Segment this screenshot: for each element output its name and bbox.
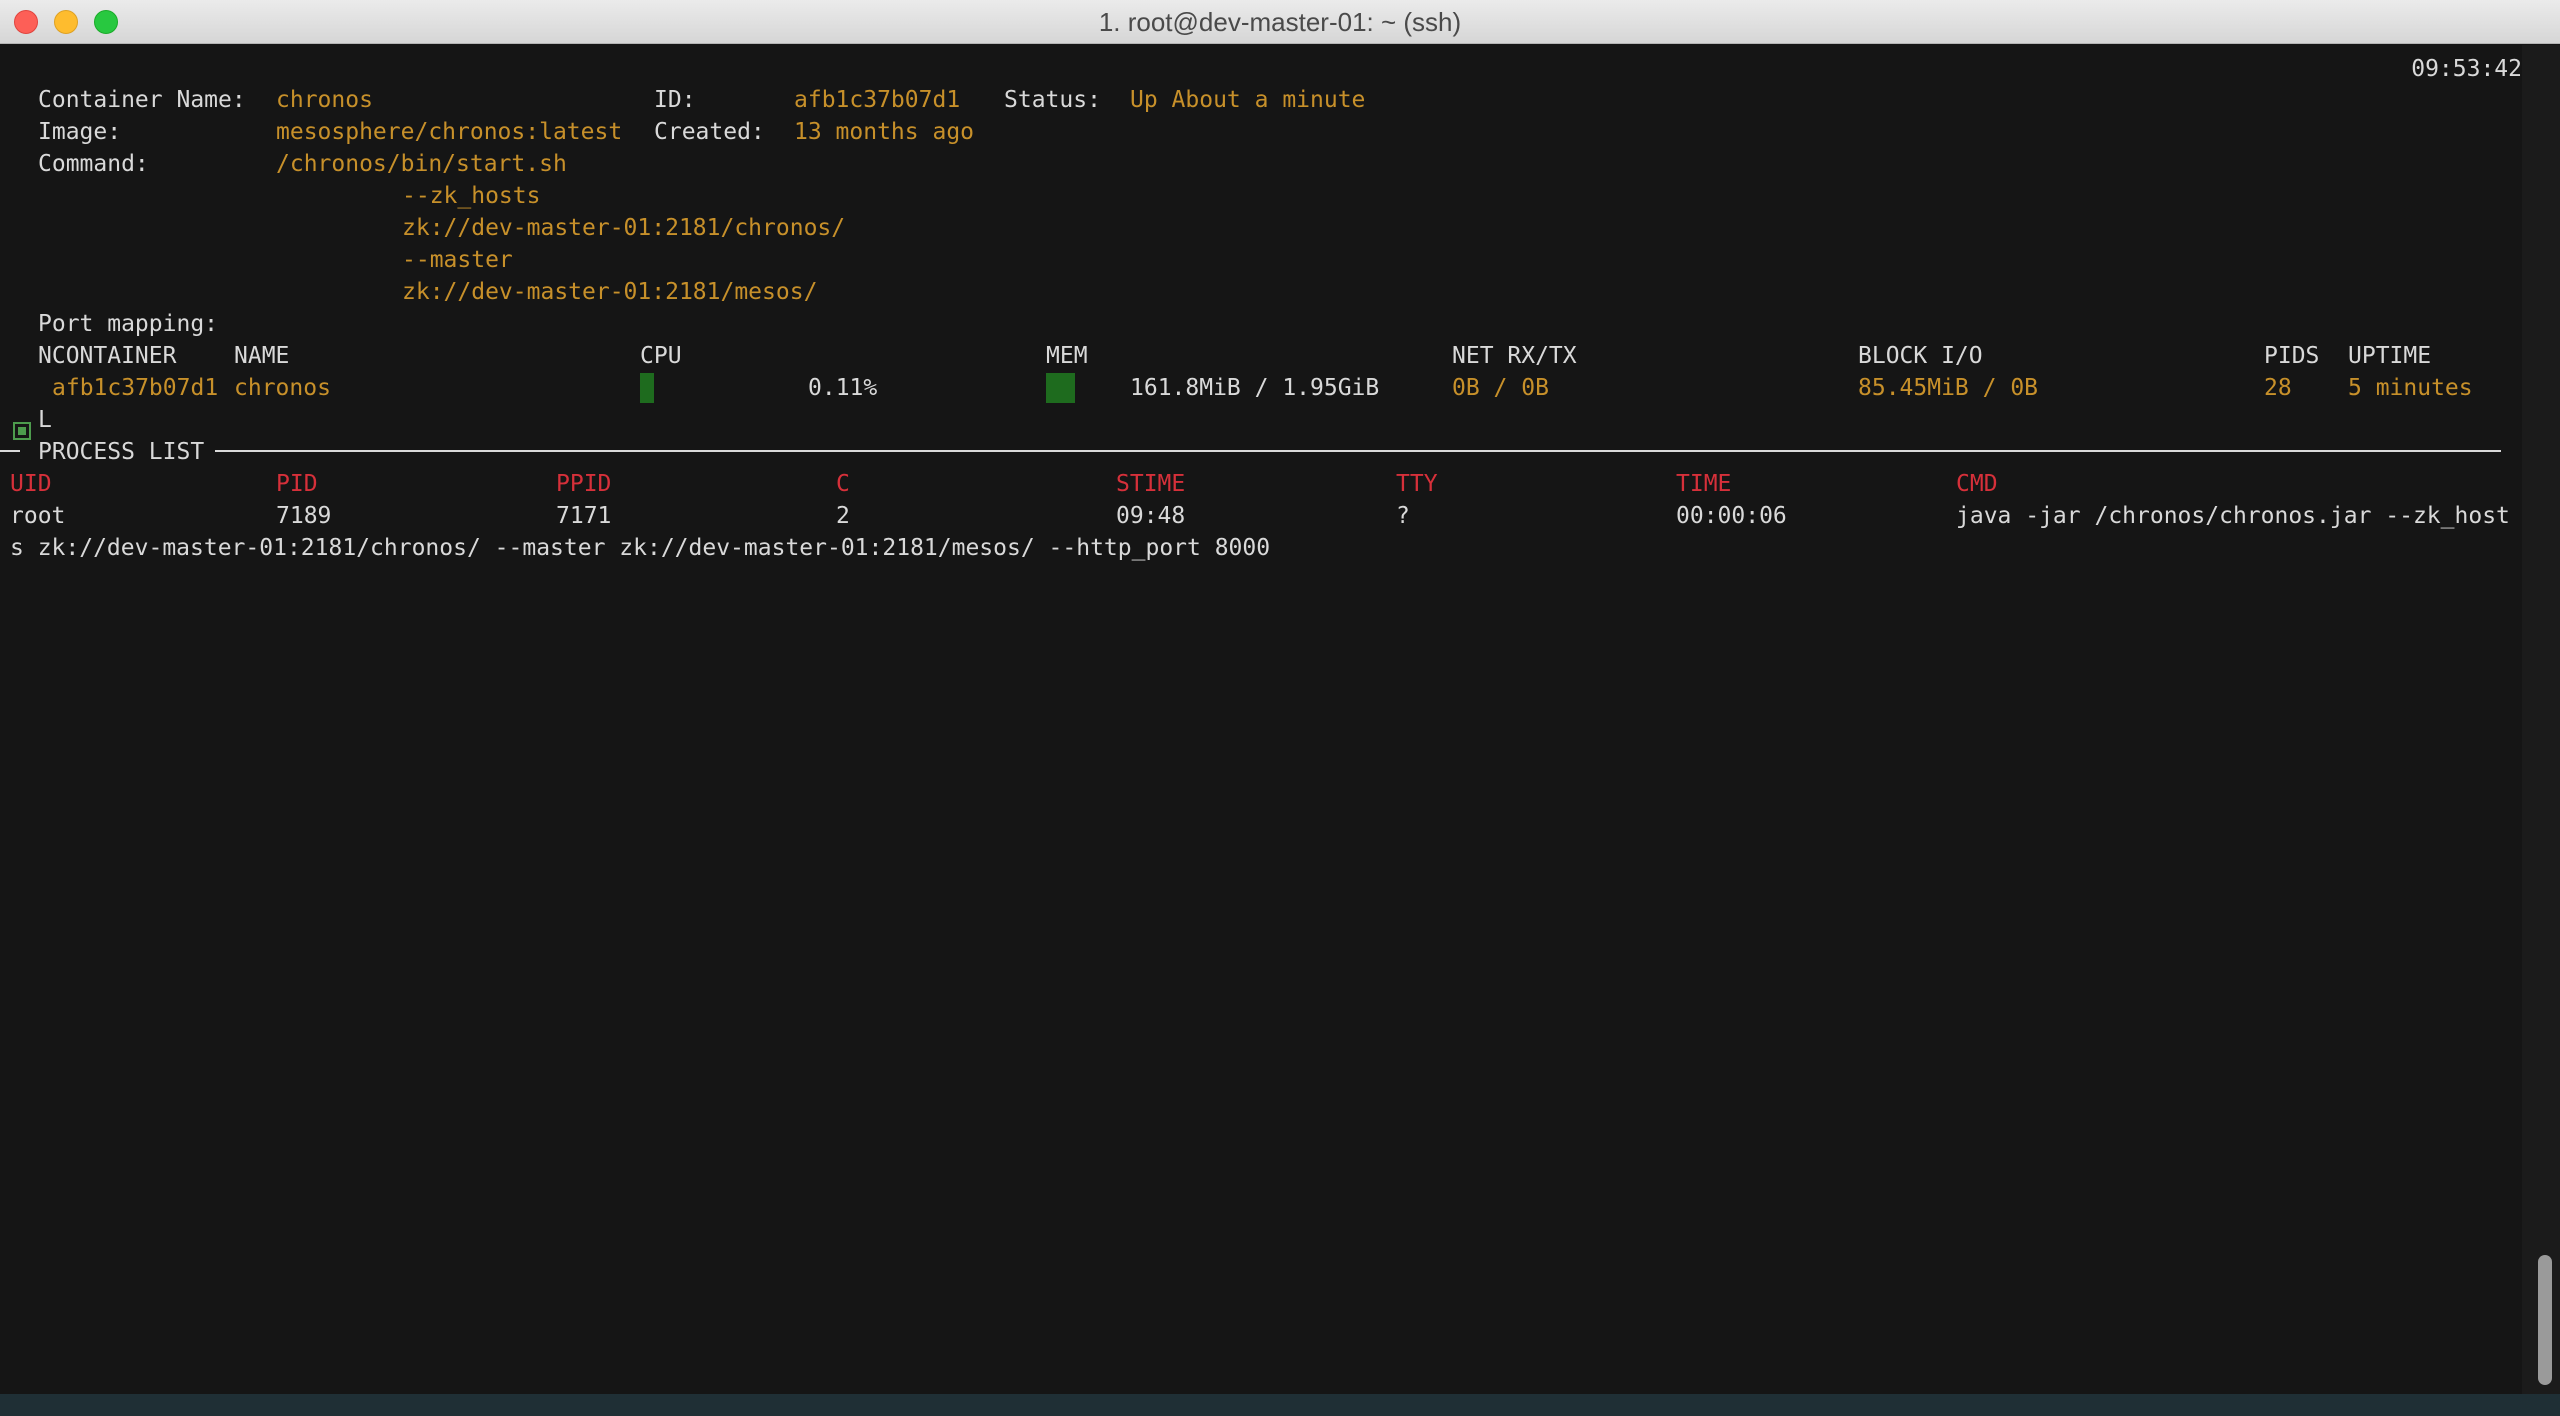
stats-header-name: NAME [234, 343, 290, 369]
container-id-value: afb1c37b07d1 [794, 87, 961, 113]
clock: 09:53:42 [2411, 56, 2522, 82]
process-list-divider [215, 450, 2501, 452]
stats-cpu-value: 0.11% [808, 375, 878, 401]
proc-header-ppid: PPID [556, 471, 612, 497]
stats-container-id: afb1c37b07d1 [52, 375, 219, 401]
proc-header-time: TIME [1676, 471, 1732, 497]
proc-header-c: C [836, 471, 850, 497]
stats-header-block-io: BLOCK I/O [1858, 343, 1983, 369]
stats-container-name: chronos [234, 375, 331, 401]
container-status-label: Status: [1004, 87, 1101, 113]
container-status-value: Up About a minute [1130, 87, 1366, 113]
stats-header-pids: PIDS [2264, 343, 2320, 369]
port-mapping-label: Port mapping: [38, 311, 219, 337]
command-line: --master [402, 247, 513, 273]
window-bottom-strip [0, 1394, 2560, 1416]
window-titlebar: 1. root@dev-master-01: ~ (ssh) [0, 0, 2560, 44]
stats-pids-value: 28 [2264, 375, 2292, 401]
proc-cmd-wrap: s zk://dev-master-01:2181/chronos/ --mas… [10, 535, 1271, 561]
process-list-divider-left [0, 450, 20, 452]
stats-block-io-value: 85.45MiB / 0B [1858, 375, 2039, 401]
command-line: /chronos/bin/start.sh [276, 151, 567, 177]
container-id-label: ID: [654, 87, 696, 113]
stats-header-net: NET RX/TX [1452, 343, 1577, 369]
stats-mem-value: 161.8MiB / 1.95GiB [1130, 375, 1380, 401]
terminal-scrollbar-track[interactable] [2522, 45, 2560, 1394]
proc-header-cmd: CMD [1956, 471, 1998, 497]
proc-uid: root [10, 503, 66, 529]
stats-uptime-value: 5 minutes [2348, 375, 2473, 401]
stats-header-cpu: CPU [640, 343, 682, 369]
proc-tty: ? [1396, 503, 1410, 529]
proc-header-uid: UID [10, 471, 52, 497]
mem-usage-bar [1046, 373, 1075, 403]
proc-header-tty: TTY [1396, 471, 1438, 497]
cpu-usage-bar [640, 373, 654, 403]
terminal-view[interactable]: 09:53:42 Container Name: chronos ID: afb… [0, 45, 2522, 1394]
terminal-scrollbar-thumb[interactable] [2538, 1255, 2552, 1385]
container-name-label: Container Name: [38, 87, 246, 113]
command-line: zk://dev-master-01:2181/mesos/ [402, 279, 818, 305]
stats-net-value: 0B / 0B [1452, 375, 1549, 401]
proc-time: 00:00:06 [1676, 503, 1787, 529]
container-image-value: mesosphere/chronos:latest [276, 119, 623, 145]
window-title: 1. root@dev-master-01: ~ (ssh) [1098, 7, 1462, 37]
tree-marker: L [38, 407, 52, 433]
container-created-label: Created: [654, 119, 765, 145]
proc-c: 2 [836, 503, 850, 529]
proc-pid: 7189 [276, 503, 332, 529]
proc-header-pid: PID [276, 471, 318, 497]
stats-header-mem: MEM [1046, 343, 1088, 369]
container-image-label: Image: [38, 119, 122, 145]
proc-ppid: 7171 [556, 503, 612, 529]
container-created-value: 13 months ago [794, 119, 975, 145]
stats-header-uptime: UPTIME [2348, 343, 2432, 369]
proc-header-stime: STIME [1116, 471, 1186, 497]
command-line: zk://dev-master-01:2181/chronos/ [402, 215, 846, 241]
proc-cmd: java -jar /chronos/chronos.jar --zk_host [1956, 503, 2510, 529]
container-name-value: chronos [276, 87, 373, 113]
proc-stime: 09:48 [1116, 503, 1186, 529]
container-select-checkbox[interactable] [13, 422, 31, 440]
command-line: --zk_hosts [402, 183, 541, 209]
process-list-title: PROCESS LIST [38, 439, 205, 465]
container-command-label: Command: [38, 151, 149, 177]
stats-header-container: NCONTAINER [38, 343, 177, 369]
